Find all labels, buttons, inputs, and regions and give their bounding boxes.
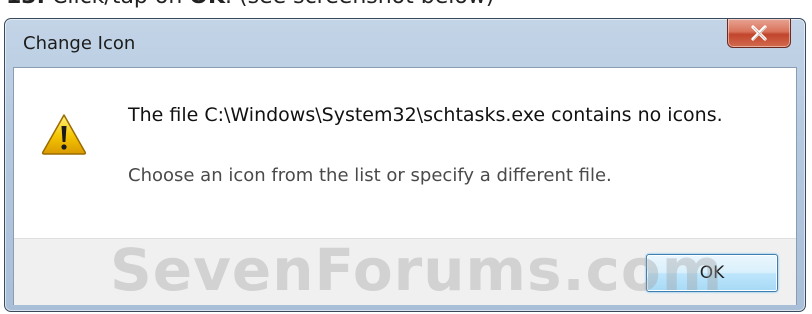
instruction-text: Choose an icon from the list or specify … [128,165,612,186]
ok-button[interactable]: OK [646,254,778,292]
dialog-client-area: The file C:\Windows\System32\schtasks.ex… [13,67,797,305]
step-number: 13. [6,0,45,9]
button-bar: OK [14,238,796,305]
step-text-after: . (see screenshot below) [225,0,494,9]
close-x-icon [751,25,767,41]
message-area: The file C:\Windows\System32\schtasks.ex… [14,68,796,238]
warning-icon [41,114,87,155]
step-text-before: Click/tap on [45,0,189,9]
step-emphasis: OK [189,0,225,9]
step-caption: 13. Click/tap on OK. (see screenshot bel… [6,0,494,14]
title-bar[interactable]: Change Icon [5,19,805,69]
change-icon-dialog: Change Icon The file C:\Windows\System32… [4,18,806,312]
window-title: Change Icon [23,33,136,54]
close-button[interactable] [727,19,791,48]
page: 13. Click/tap on OK. (see screenshot bel… [0,0,812,314]
message-text: The file C:\Windows\System32\schtasks.ex… [128,104,723,126]
